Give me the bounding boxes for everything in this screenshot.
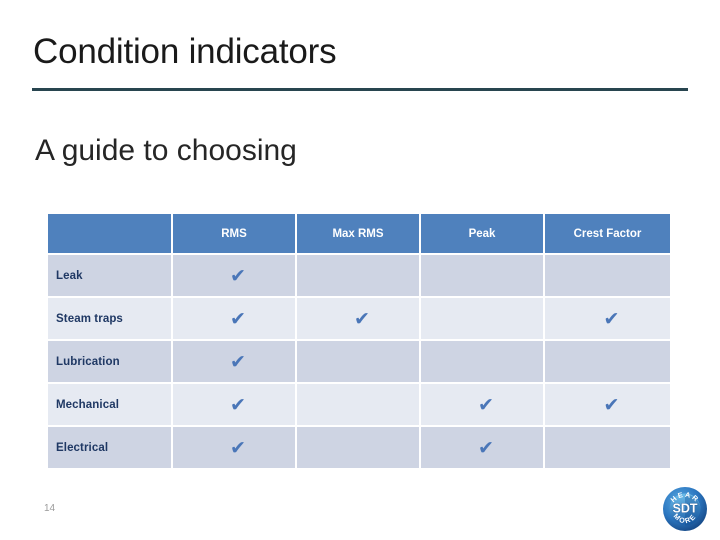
cell-mechanical-crest-factor: ✔: [545, 384, 670, 427]
cell-lubrication-crest-factor: ✔: [545, 341, 670, 384]
cell-leak-peak: ✔: [421, 255, 545, 298]
cell-electrical-rms: ✔: [173, 427, 297, 468]
cell-electrical-max-rms: ✔: [297, 427, 421, 468]
row-label-leak: Leak: [48, 255, 173, 298]
cell-lubrication-max-rms: ✔: [297, 341, 421, 384]
cell-steam-traps-rms: ✔: [173, 298, 297, 341]
check-icon: ✔: [230, 351, 246, 373]
condition-indicator-table-wrapper: RMS Max RMS Peak Crest Factor Leak ✔ ✔ ✔…: [48, 214, 670, 468]
check-icon: ✔: [230, 394, 246, 416]
cell-lubrication-rms: ✔: [173, 341, 297, 384]
table-row: Lubrication ✔ ✔ ✔ ✔: [48, 341, 670, 384]
row-label-steam-traps: Steam traps: [48, 298, 173, 341]
cell-electrical-peak: ✔: [421, 427, 545, 468]
check-icon: ✔: [354, 308, 370, 330]
table-row: Electrical ✔ ✔ ✔ ✔: [48, 427, 670, 468]
check-icon: ✔: [603, 394, 620, 416]
check-icon: ✔: [230, 265, 246, 287]
title-divider: [32, 88, 688, 91]
cell-mechanical-max-rms: ✔: [297, 384, 421, 427]
cell-steam-traps-crest-factor: ✔: [545, 298, 670, 341]
slide-canvas: Condition indicators A guide to choosing…: [0, 0, 720, 540]
cell-steam-traps-max-rms: ✔: [297, 298, 421, 341]
table-row: Mechanical ✔ ✔ ✔ ✔: [48, 384, 670, 427]
check-icon: ✔: [478, 394, 494, 416]
table-row: Steam traps ✔ ✔ ✔ ✔: [48, 298, 670, 341]
sdt-logo: HEAR MORE SDT: [662, 486, 708, 532]
row-label-electrical: Electrical: [48, 427, 173, 468]
cell-leak-max-rms: ✔: [297, 255, 421, 298]
page-number: 14: [44, 503, 56, 514]
column-header-crest-factor: Crest Factor: [545, 214, 670, 255]
table-header: RMS Max RMS Peak Crest Factor: [48, 214, 670, 255]
cell-lubrication-peak: ✔: [421, 341, 545, 384]
column-header-peak: Peak: [421, 214, 545, 255]
cell-mechanical-peak: ✔: [421, 384, 545, 427]
column-header-rms: RMS: [173, 214, 297, 255]
table-row: Leak ✔ ✔ ✔ ✔: [48, 255, 670, 298]
cell-electrical-crest-factor: ✔: [545, 427, 670, 468]
check-icon: ✔: [230, 437, 246, 459]
table-header-row: RMS Max RMS Peak Crest Factor: [48, 214, 670, 255]
page-title: Condition indicators: [33, 32, 337, 71]
cell-leak-rms: ✔: [173, 255, 297, 298]
row-label-lubrication: Lubrication: [48, 341, 173, 384]
cell-steam-traps-peak: ✔: [421, 298, 545, 341]
cell-mechanical-rms: ✔: [173, 384, 297, 427]
check-icon: ✔: [230, 308, 246, 330]
row-label-mechanical: Mechanical: [48, 384, 173, 427]
column-header-blank: [48, 214, 173, 255]
svg-text:SDT: SDT: [673, 502, 698, 516]
table-body: Leak ✔ ✔ ✔ ✔ Steam traps ✔ ✔ ✔ ✔ Lubrica…: [48, 255, 670, 468]
check-icon: ✔: [603, 308, 620, 330]
check-icon: ✔: [478, 437, 494, 459]
cell-leak-crest-factor: ✔: [545, 255, 670, 298]
column-header-max-rms: Max RMS: [297, 214, 421, 255]
condition-indicator-table: RMS Max RMS Peak Crest Factor Leak ✔ ✔ ✔…: [48, 214, 670, 468]
page-subtitle: A guide to choosing: [35, 134, 297, 167]
